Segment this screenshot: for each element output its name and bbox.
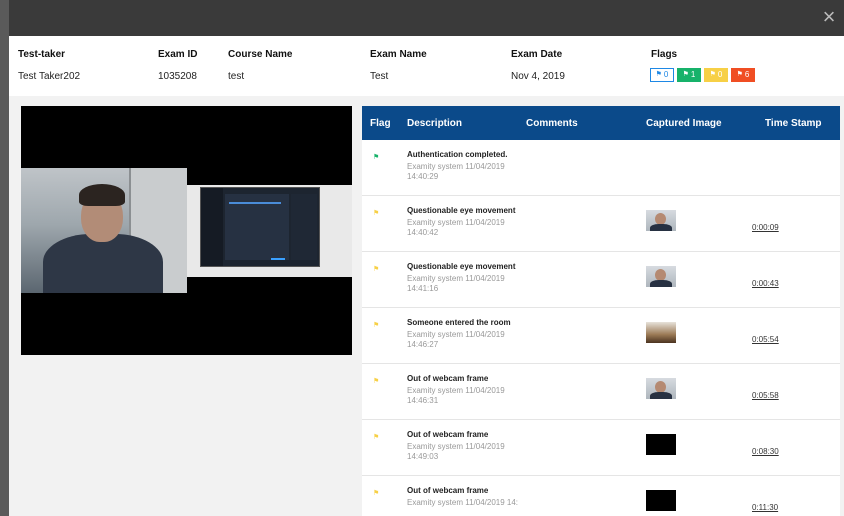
table-row[interactable]: ⚑ Authentication completed. Examity system… bbox=[362, 140, 840, 196]
table-row[interactable]: ⚑ Out of webcam frame Examity system 11/04… bbox=[362, 476, 840, 516]
header-flags: Flags bbox=[651, 49, 678, 60]
flag-badge-yellow[interactable]: ⚑ 0 bbox=[704, 68, 728, 82]
flag-icon: ⚑ bbox=[373, 322, 380, 329]
column-description: Description bbox=[407, 118, 463, 129]
flag-icon: ⚑ bbox=[373, 154, 380, 161]
close-icon[interactable]: × bbox=[818, 6, 840, 28]
flag-description: Out of webcam frame bbox=[407, 374, 489, 383]
flag-meta: Examity system 11/04/2019 14:41:16 bbox=[407, 274, 505, 293]
flag-icon: ⚑ bbox=[682, 71, 689, 78]
flag-meta: Examity system 11/04/2019 14: bbox=[407, 498, 519, 507]
flag-table-body: ⚑ Authentication completed. Examity system… bbox=[362, 140, 840, 516]
flag-icon: ⚑ bbox=[373, 434, 380, 441]
flag-icon: ⚑ bbox=[373, 490, 380, 497]
screen-sidebar bbox=[201, 188, 223, 266]
captured-image-thumbnail[interactable] bbox=[646, 490, 676, 511]
captured-image-thumbnail[interactable] bbox=[646, 322, 676, 343]
flag-badge-blue[interactable]: ⚑ 0 bbox=[650, 68, 674, 82]
table-row[interactable]: ⚑ Someone entered the room Examity system … bbox=[362, 308, 840, 364]
flag-icon: ⚑ bbox=[655, 71, 662, 78]
header-exam-name: Exam Name bbox=[370, 49, 427, 60]
captured-image-thumbnail[interactable] bbox=[646, 266, 676, 287]
exam-name-value: Test bbox=[370, 71, 389, 82]
table-row[interactable]: ⚑ Out of webcam frame Examity system 11/04… bbox=[362, 420, 840, 476]
screen-side-panel bbox=[291, 194, 317, 260]
time-stamp-link[interactable]: 0:00:09 bbox=[752, 223, 779, 232]
proctor-review-modal: × Test-taker Exam ID Course Name Exam Na… bbox=[9, 0, 844, 516]
exam-info-panel: Test-taker Exam ID Course Name Exam Name… bbox=[9, 36, 844, 96]
course-name-value: test bbox=[228, 71, 245, 82]
test-taker-value: Test Taker202 bbox=[18, 71, 81, 82]
flag-count: 0 bbox=[663, 70, 669, 79]
flag-icon: ⚑ bbox=[709, 71, 716, 78]
flag-description: Someone entered the room bbox=[407, 318, 511, 327]
flag-table: Flag Description Comments Captured Image… bbox=[362, 106, 840, 516]
flag-meta: Examity system 11/04/2019 14:49:03 bbox=[407, 442, 505, 461]
review-content: Flag Description Comments Captured Image… bbox=[9, 96, 844, 516]
flag-icon: ⚑ bbox=[373, 266, 380, 273]
flag-description: Questionable eye movement bbox=[407, 206, 516, 215]
header-test-taker: Test-taker bbox=[18, 49, 66, 60]
flag-description: Out of webcam frame bbox=[407, 430, 489, 439]
webcam-person-body bbox=[43, 234, 163, 293]
header-course-name: Course Name bbox=[228, 49, 293, 60]
header-exam-id: Exam ID bbox=[158, 49, 198, 60]
captured-image-thumbnail[interactable] bbox=[646, 378, 676, 399]
time-stamp-link[interactable]: 0:05:58 bbox=[752, 391, 779, 400]
flag-description: Out of webcam frame bbox=[407, 486, 489, 495]
time-stamp-link[interactable]: 0:00:43 bbox=[752, 279, 779, 288]
flag-count: 6 bbox=[744, 70, 750, 79]
table-row[interactable]: ⚑ Questionable eye movement Examity system… bbox=[362, 252, 840, 308]
column-flag: Flag bbox=[370, 118, 391, 129]
table-row[interactable]: ⚑ Out of webcam frame Examity system 11/04… bbox=[362, 364, 840, 420]
modal-topbar: × bbox=[9, 0, 844, 36]
screen-button-shape bbox=[271, 258, 285, 260]
exam-date-value: Nov 4, 2019 bbox=[511, 71, 565, 82]
flag-meta: Examity system 11/04/2019 14:40:42 bbox=[407, 218, 505, 237]
flag-icon: ⚑ bbox=[736, 71, 743, 78]
webcam-person-hair bbox=[79, 184, 125, 206]
column-time-stamp: Time Stamp bbox=[765, 118, 822, 129]
screen-highlight-line bbox=[229, 202, 281, 204]
header-exam-date: Exam Date bbox=[511, 49, 563, 60]
time-stamp-link[interactable]: 0:11:30 bbox=[752, 503, 778, 512]
flag-count: 1 bbox=[690, 70, 696, 79]
column-comments: Comments bbox=[526, 118, 578, 129]
flag-count: 0 bbox=[717, 70, 723, 79]
flag-meta: Examity system 11/04/2019 14:46:27 bbox=[407, 330, 505, 349]
flag-meta: Examity system 11/04/2019 14:40:29 bbox=[407, 162, 505, 181]
column-captured-image: Captured Image bbox=[646, 118, 722, 129]
flag-description: Questionable eye movement bbox=[407, 262, 516, 271]
flag-badge-green[interactable]: ⚑ 1 bbox=[677, 68, 701, 82]
table-row[interactable]: ⚑ Questionable eye movement Examity system… bbox=[362, 196, 840, 252]
captured-image-thumbnail[interactable] bbox=[646, 434, 676, 455]
flag-badge-red[interactable]: ⚑ 6 bbox=[731, 68, 755, 82]
flag-summary: ⚑ 0 ⚑ 1 ⚑ 0 ⚑ 6 bbox=[650, 68, 755, 82]
captured-image-thumbnail[interactable] bbox=[646, 210, 676, 231]
time-stamp-link[interactable]: 0:05:54 bbox=[752, 335, 779, 344]
flag-table-header: Flag Description Comments Captured Image… bbox=[362, 106, 840, 140]
screen-share-feed bbox=[200, 187, 320, 267]
flag-meta: Examity system 11/04/2019 14:46:31 bbox=[407, 386, 505, 405]
flag-description: Authentication completed. bbox=[407, 150, 508, 159]
video-player[interactable] bbox=[21, 106, 352, 355]
webcam-feed bbox=[21, 168, 187, 293]
exam-id-value: 1035208 bbox=[158, 71, 197, 82]
time-stamp-link[interactable]: 0:08:30 bbox=[752, 447, 779, 456]
flag-icon: ⚑ bbox=[373, 210, 380, 217]
flag-icon: ⚑ bbox=[373, 378, 380, 385]
